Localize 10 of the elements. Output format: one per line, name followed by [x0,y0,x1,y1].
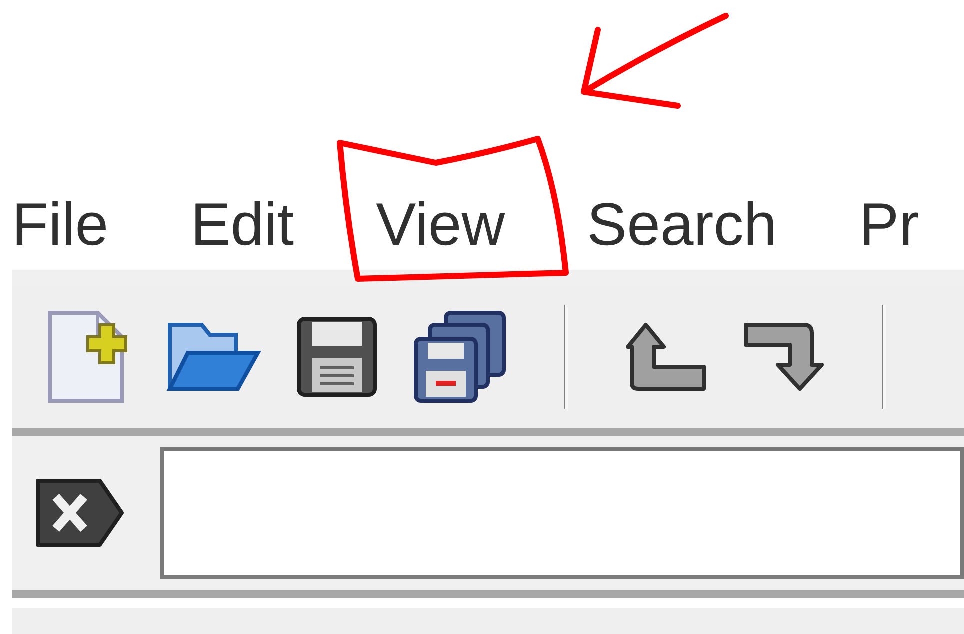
clear-icon[interactable] [34,477,126,549]
redo-icon[interactable] [742,321,826,393]
menu-item[interactable]: Search [587,191,778,258]
menu-item[interactable]: File [12,191,109,258]
menu-item[interactable]: Edit [190,191,294,258]
menu-item[interactable]: Pr [859,191,920,258]
save-all-icon[interactable] [412,309,508,405]
filter-field[interactable] [160,447,964,579]
save-icon[interactable] [296,316,378,398]
undo-icon[interactable] [624,321,708,393]
